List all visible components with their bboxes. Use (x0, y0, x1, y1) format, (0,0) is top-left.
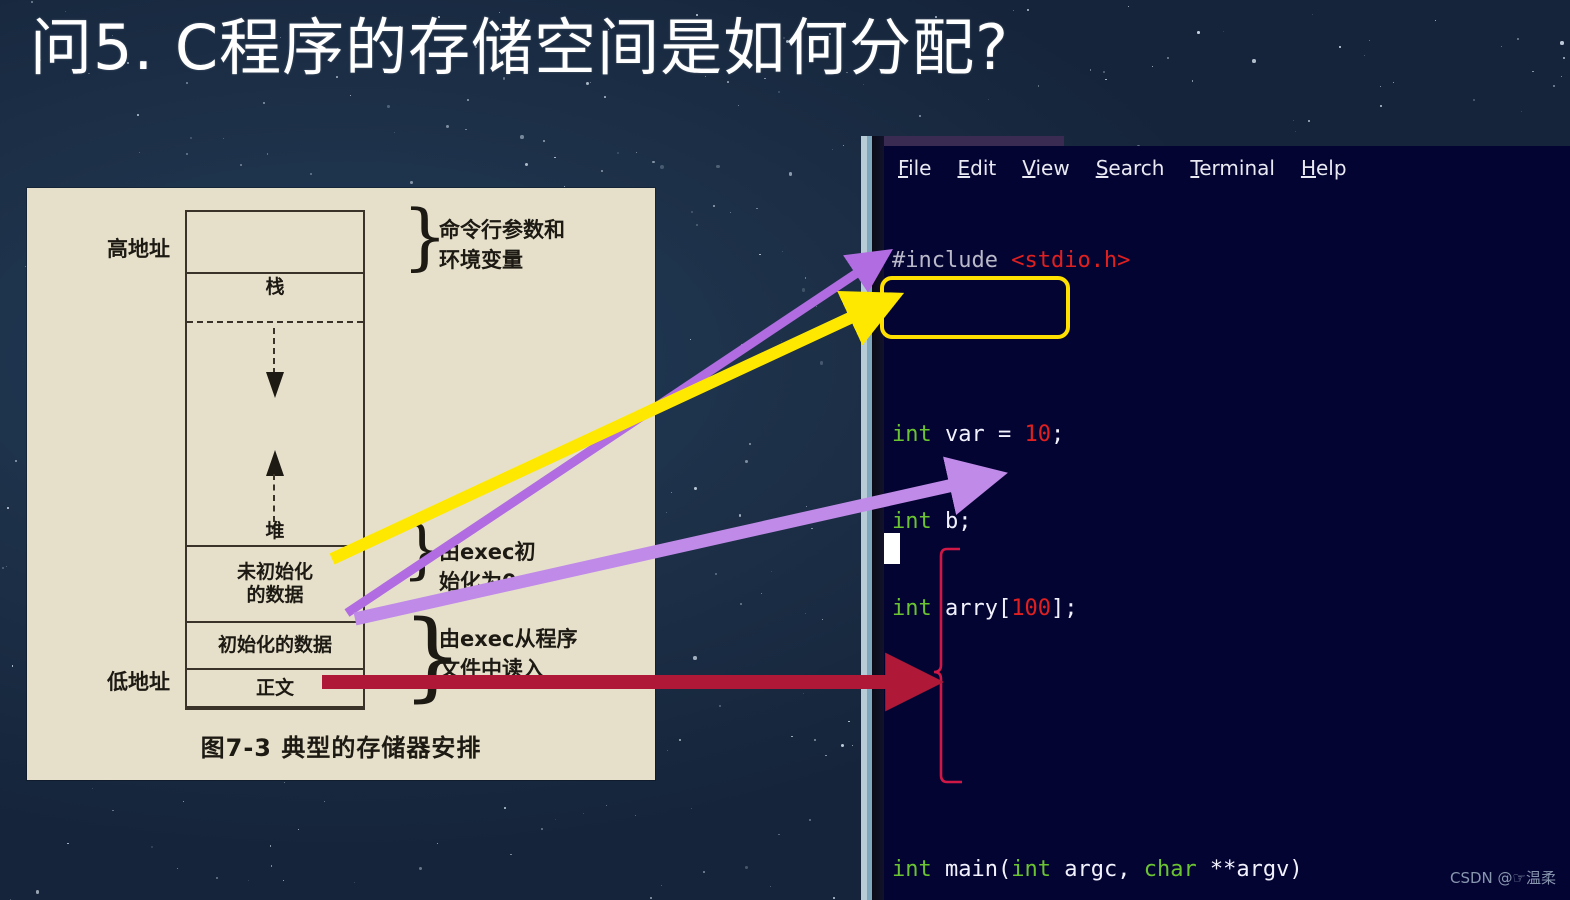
code-line-arry: int arry[100]; (892, 596, 1078, 621)
stack-growth-arrow (266, 328, 284, 400)
bss-note: 由exec初 始化为0 (439, 540, 536, 594)
menu-mnemonic-search: S (1095, 156, 1109, 180)
code-line-blank-2 (888, 681, 1570, 710)
env-note: 命令行参数和 环境变量 (439, 218, 565, 272)
terminal-menubar[interactable]: File Edit View Search Terminal Help (898, 156, 1347, 180)
segment-data: 初始化的数据 (187, 623, 363, 671)
terminal-window-edge-dark (872, 136, 884, 900)
low-address-label: 低地址 (107, 670, 170, 694)
page-title: 问5. C程序的存储空间是如何分配? (30, 11, 1010, 84)
menu-mnemonic-terminal: T (1190, 156, 1200, 180)
menu-rest-file: ile (908, 156, 932, 180)
csdn-watermark: CSDN @☞温柔 (1450, 869, 1556, 887)
menu-mnemonic-help: H (1300, 156, 1316, 180)
menu-item-terminal[interactable]: Terminal (1190, 156, 1275, 180)
bss-brace-icon: } (402, 513, 443, 587)
menu-rest-terminal: erminal (1199, 156, 1275, 180)
menu-mnemonic-view: V (1022, 156, 1036, 180)
menu-item-file[interactable]: File (898, 156, 931, 180)
menu-rest-help: elp (1315, 156, 1347, 180)
text-note: 由exec从程序 文件中读入 (439, 627, 578, 681)
menu-mnemonic-file: F (898, 156, 909, 180)
segment-text: 正文 (187, 670, 363, 708)
heap-growth-arrow (266, 450, 284, 524)
menu-mnemonic-edit: E (957, 156, 971, 180)
menu-item-help[interactable]: Help (1301, 156, 1347, 180)
menu-item-search[interactable]: Search (1096, 156, 1165, 180)
menu-rest-search: earch (1108, 156, 1165, 180)
menu-item-view[interactable]: View (1022, 156, 1069, 180)
figure-caption: 图7-3 典型的存储器安排 (200, 734, 482, 762)
menu-item-edit[interactable]: Edit (957, 156, 996, 180)
menu-rest-edit: dit (970, 156, 997, 180)
code-line-var: int var = 10; (892, 422, 1065, 447)
menu-rest-view: iew (1035, 156, 1070, 180)
code-line-include: #include <stdio.h> (892, 248, 1131, 273)
terminal-window[interactable]: File Edit View Search Terminal Help #inc… (884, 146, 1570, 900)
slide-canvas: 问5. C程序的存储空间是如何分配? 高地址 低地址 栈 堆 未初始化 的数据 … (0, 0, 1570, 900)
segment-stack: 栈 (265, 275, 285, 298)
high-address-label: 高地址 (107, 237, 170, 261)
terminal-tab-bar[interactable] (884, 136, 1064, 146)
segment-bss: 未初始化 的数据 (187, 547, 363, 623)
terminal-cursor (884, 533, 900, 564)
segment-cmdline-env (187, 212, 363, 274)
globals-highlight-box (880, 276, 1070, 339)
memory-layout-figure: 高地址 低地址 栈 堆 未初始化 的数据 初始化的数据 正文 } } } 命令行… (27, 188, 655, 780)
code-line-b: int b; (892, 509, 972, 534)
code-line-blank-3 (888, 768, 1570, 797)
